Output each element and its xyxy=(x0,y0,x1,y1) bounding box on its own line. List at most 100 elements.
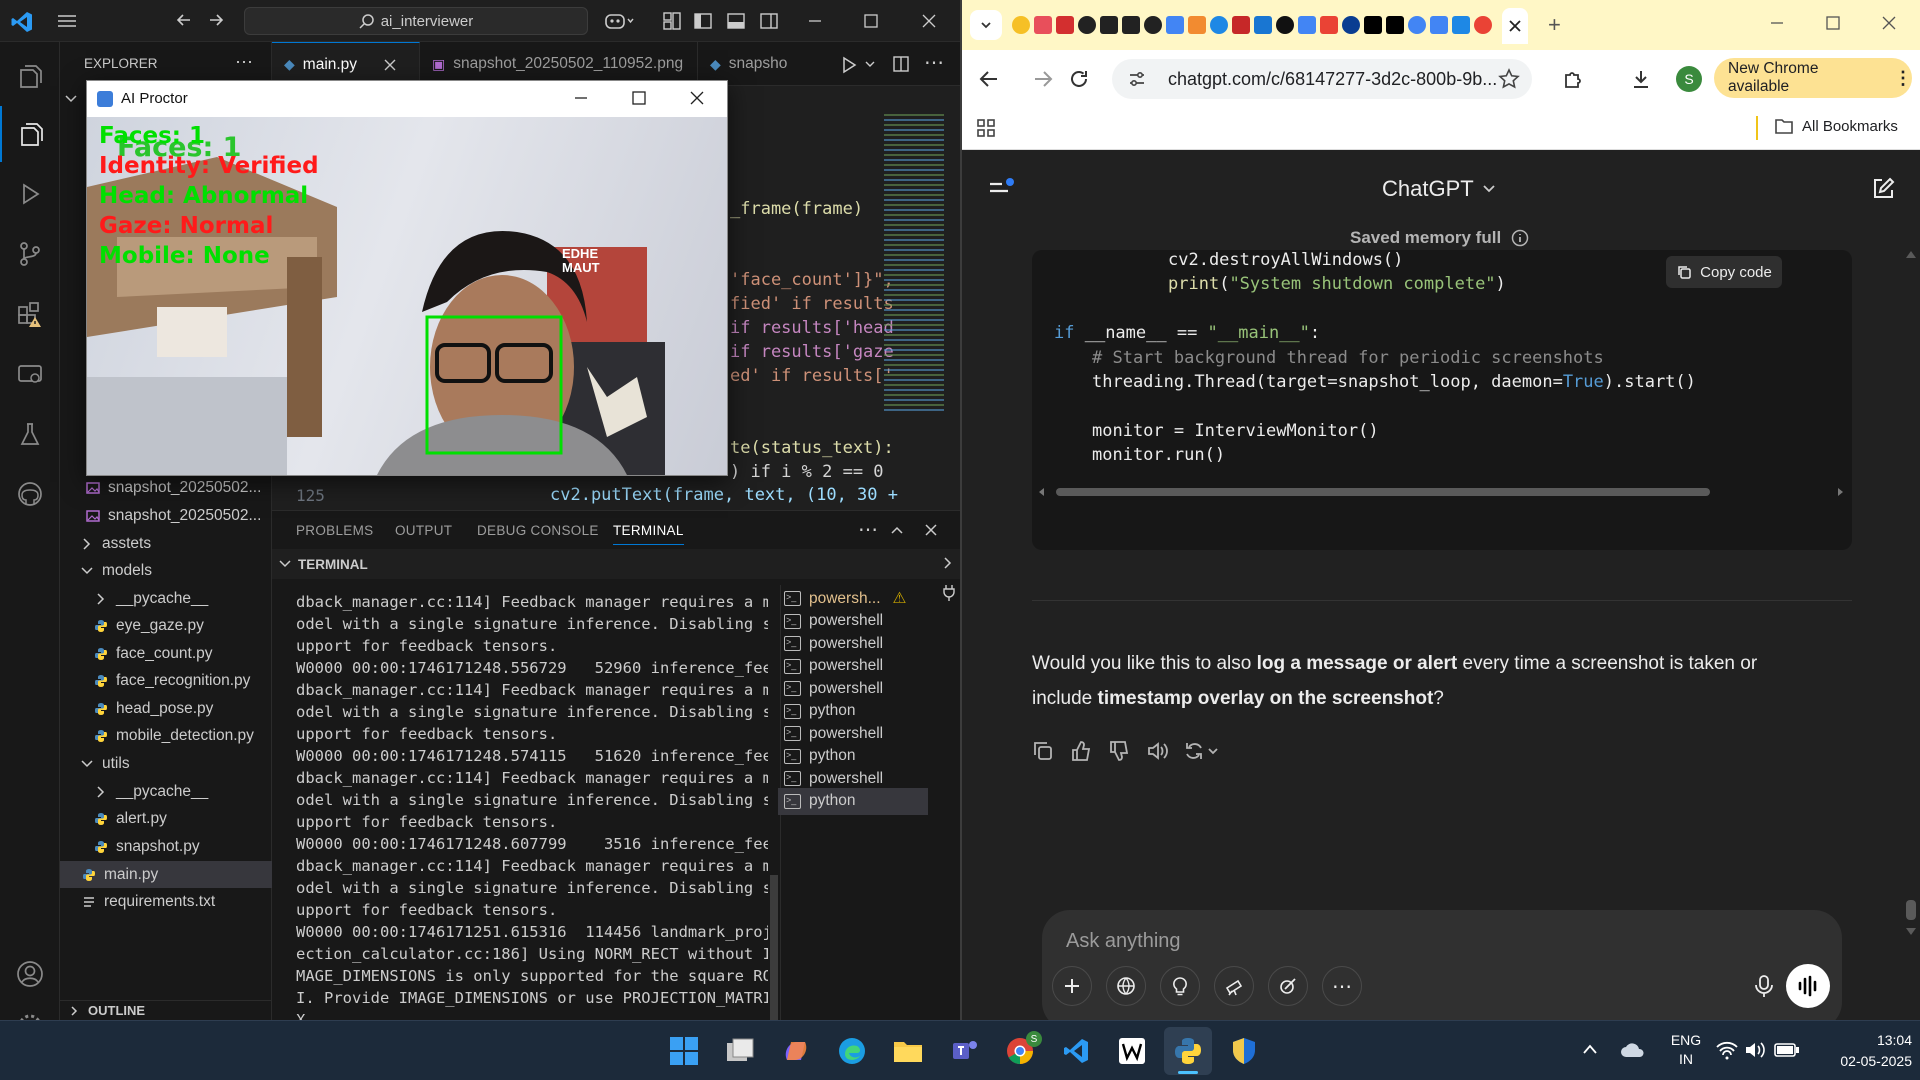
all-bookmarks-button[interactable]: All Bookmarks xyxy=(1774,117,1898,135)
task-view-icon[interactable] xyxy=(716,1027,764,1075)
chrome-update-button[interactable]: New Chrome available ⋮ xyxy=(1714,58,1912,98)
attach-plus-button[interactable] xyxy=(1052,966,1092,1006)
accounts-icon[interactable] xyxy=(0,946,60,1002)
extensions-puzzle-icon[interactable] xyxy=(1562,68,1584,90)
ai-proctor-window[interactable]: AI Proctor EDHE MAUT Faces: 1 Faces: 1 I… xyxy=(86,80,728,476)
tree-item[interactable]: head_pose.py xyxy=(60,695,272,722)
pinned-tab-favicon-icon[interactable] xyxy=(1100,16,1118,34)
thumbs-down-icon[interactable] xyxy=(1108,740,1130,762)
explorer-files-icon[interactable] xyxy=(0,48,60,104)
tree-item[interactable]: snapshot_20250502... xyxy=(60,474,272,501)
new-tab-plus-icon[interactable]: + xyxy=(1548,12,1561,38)
tab-terminal[interactable]: TERMINAL xyxy=(613,523,684,545)
pinned-tab-favicon-icon[interactable] xyxy=(1452,16,1470,34)
volume-icon[interactable] xyxy=(1744,1040,1766,1060)
testing-flask-icon[interactable] xyxy=(0,406,60,462)
forward-arrow-icon[interactable] xyxy=(206,10,226,30)
vscode-taskbar-icon[interactable] xyxy=(1052,1027,1100,1075)
tree-item[interactable]: main.py xyxy=(60,861,272,888)
github-icon[interactable] xyxy=(0,466,60,522)
terminal-output[interactable]: dback_manager.cc:114] Feedback manager r… xyxy=(296,591,772,1020)
info-icon[interactable] xyxy=(1511,229,1529,247)
code-horizontal-scrollbar[interactable] xyxy=(1036,485,1848,499)
split-editor-icon[interactable] xyxy=(892,55,910,73)
chrome-taskbar-icon[interactable]: S xyxy=(996,1027,1044,1075)
pinned-tab-favicon-icon[interactable] xyxy=(1474,16,1492,34)
pinned-tab-favicon-icon[interactable] xyxy=(1408,16,1426,34)
chevron-down-icon[interactable] xyxy=(864,58,876,70)
layout-editor-icon[interactable] xyxy=(662,11,682,31)
pinned-tab-favicon-icon[interactable] xyxy=(1298,16,1316,34)
tree-item[interactable]: snapshot.py xyxy=(60,833,272,860)
tree-item[interactable]: mobile_detection.py xyxy=(60,722,272,749)
tree-item[interactable]: requirements.txt xyxy=(60,888,272,915)
copilot-icon[interactable] xyxy=(772,1027,820,1075)
pinned-tab-favicon-icon[interactable] xyxy=(1232,16,1250,34)
tree-item[interactable]: asstets xyxy=(60,530,272,557)
minimize-icon[interactable] xyxy=(1768,14,1786,32)
address-bar[interactable]: chatgpt.com/c/68147277-3d2c-800b-9b... xyxy=(1112,59,1532,99)
regenerate-icon[interactable] xyxy=(1184,740,1220,762)
back-arrow-icon[interactable] xyxy=(174,10,194,30)
tab-output[interactable]: OUTPUT xyxy=(395,523,452,538)
tab-debug-console[interactable]: DEBUG CONSOLE xyxy=(477,523,599,538)
close-icon[interactable] xyxy=(689,90,705,106)
site-info-icon[interactable] xyxy=(1128,70,1146,88)
forward-arrow-icon[interactable] xyxy=(1032,68,1054,90)
file-explorer-icon[interactable] xyxy=(884,1027,932,1075)
menu-icon[interactable] xyxy=(56,11,78,31)
tree-item[interactable]: face_recognition.py xyxy=(60,667,272,694)
onedrive-cloud-icon[interactable] xyxy=(1620,1039,1646,1061)
pinned-tab-favicon-icon[interactable] xyxy=(1320,16,1338,34)
search-web-button[interactable] xyxy=(1106,966,1146,1006)
reload-icon[interactable] xyxy=(1068,68,1090,90)
active-tab-close-icon[interactable] xyxy=(1502,8,1528,44)
python-taskbar-icon[interactable] xyxy=(1164,1027,1212,1075)
voice-mode-button[interactable] xyxy=(1786,964,1830,1008)
more-actions-icon[interactable]: ⋯ xyxy=(924,50,944,75)
pinned-tab-favicon-icon[interactable] xyxy=(1254,16,1272,34)
run-python-icon[interactable] xyxy=(840,56,858,74)
tree-item[interactable]: alert.py xyxy=(60,805,272,832)
security-shield-icon[interactable] xyxy=(1220,1027,1268,1075)
model-selector[interactable]: ChatGPT xyxy=(1382,176,1496,202)
maximize-panel-icon[interactable] xyxy=(890,523,904,537)
pinned-tab-favicon-icon[interactable] xyxy=(1386,16,1404,34)
scroll-up-arrow-icon[interactable] xyxy=(1906,250,1916,258)
maximize-icon[interactable] xyxy=(862,12,880,30)
pinned-tab-favicon-icon[interactable] xyxy=(1122,16,1140,34)
tree-item[interactable]: models xyxy=(60,557,272,584)
battery-icon[interactable] xyxy=(1774,1041,1800,1059)
settings-gear-icon[interactable] xyxy=(0,998,60,1020)
read-aloud-icon[interactable] xyxy=(1146,740,1168,762)
pinned-tab-favicon-icon[interactable] xyxy=(1012,16,1030,34)
terminal-instance[interactable]: >_ python xyxy=(778,787,928,815)
reason-button[interactable] xyxy=(1160,966,1200,1006)
pinned-tab-favicon-icon[interactable] xyxy=(1034,16,1052,34)
chevron-down-icon[interactable] xyxy=(64,92,78,106)
message-composer[interactable]: Ask anything ⋯ xyxy=(1042,910,1842,1030)
pinned-tab-favicon-icon[interactable] xyxy=(1078,16,1096,34)
teams-icon[interactable] xyxy=(940,1027,988,1075)
plug-icon[interactable] xyxy=(942,583,956,601)
microphone-icon[interactable] xyxy=(1754,974,1774,998)
source-control-icon[interactable] xyxy=(0,226,60,282)
pinned-tab-favicon-icon[interactable] xyxy=(1188,16,1206,34)
terminal-section-header[interactable]: TERMINAL xyxy=(272,549,960,579)
remote-explorer-icon[interactable] xyxy=(0,346,60,402)
close-panel-icon[interactable] xyxy=(924,523,938,537)
download-icon[interactable] xyxy=(1630,68,1652,90)
copy-icon[interactable] xyxy=(1032,740,1054,762)
maximize-icon[interactable] xyxy=(631,90,647,106)
pinned-tab-favicon-icon[interactable] xyxy=(1430,16,1448,34)
tab-search-button[interactable] xyxy=(970,10,1002,40)
sidebar-toggle-icon[interactable] xyxy=(988,176,1016,200)
pinned-tab-favicon-icon[interactable] xyxy=(1210,16,1228,34)
toggle-panel-icon[interactable] xyxy=(726,11,746,31)
apps-grid-icon[interactable] xyxy=(976,118,996,138)
more-actions-icon[interactable]: ⋯ xyxy=(235,52,253,73)
tab-problems[interactable]: PROBLEMS xyxy=(296,523,373,538)
more-tools-button[interactable]: ⋯ xyxy=(1322,966,1362,1006)
minimap[interactable] xyxy=(884,114,944,414)
minimize-icon[interactable] xyxy=(806,12,824,30)
